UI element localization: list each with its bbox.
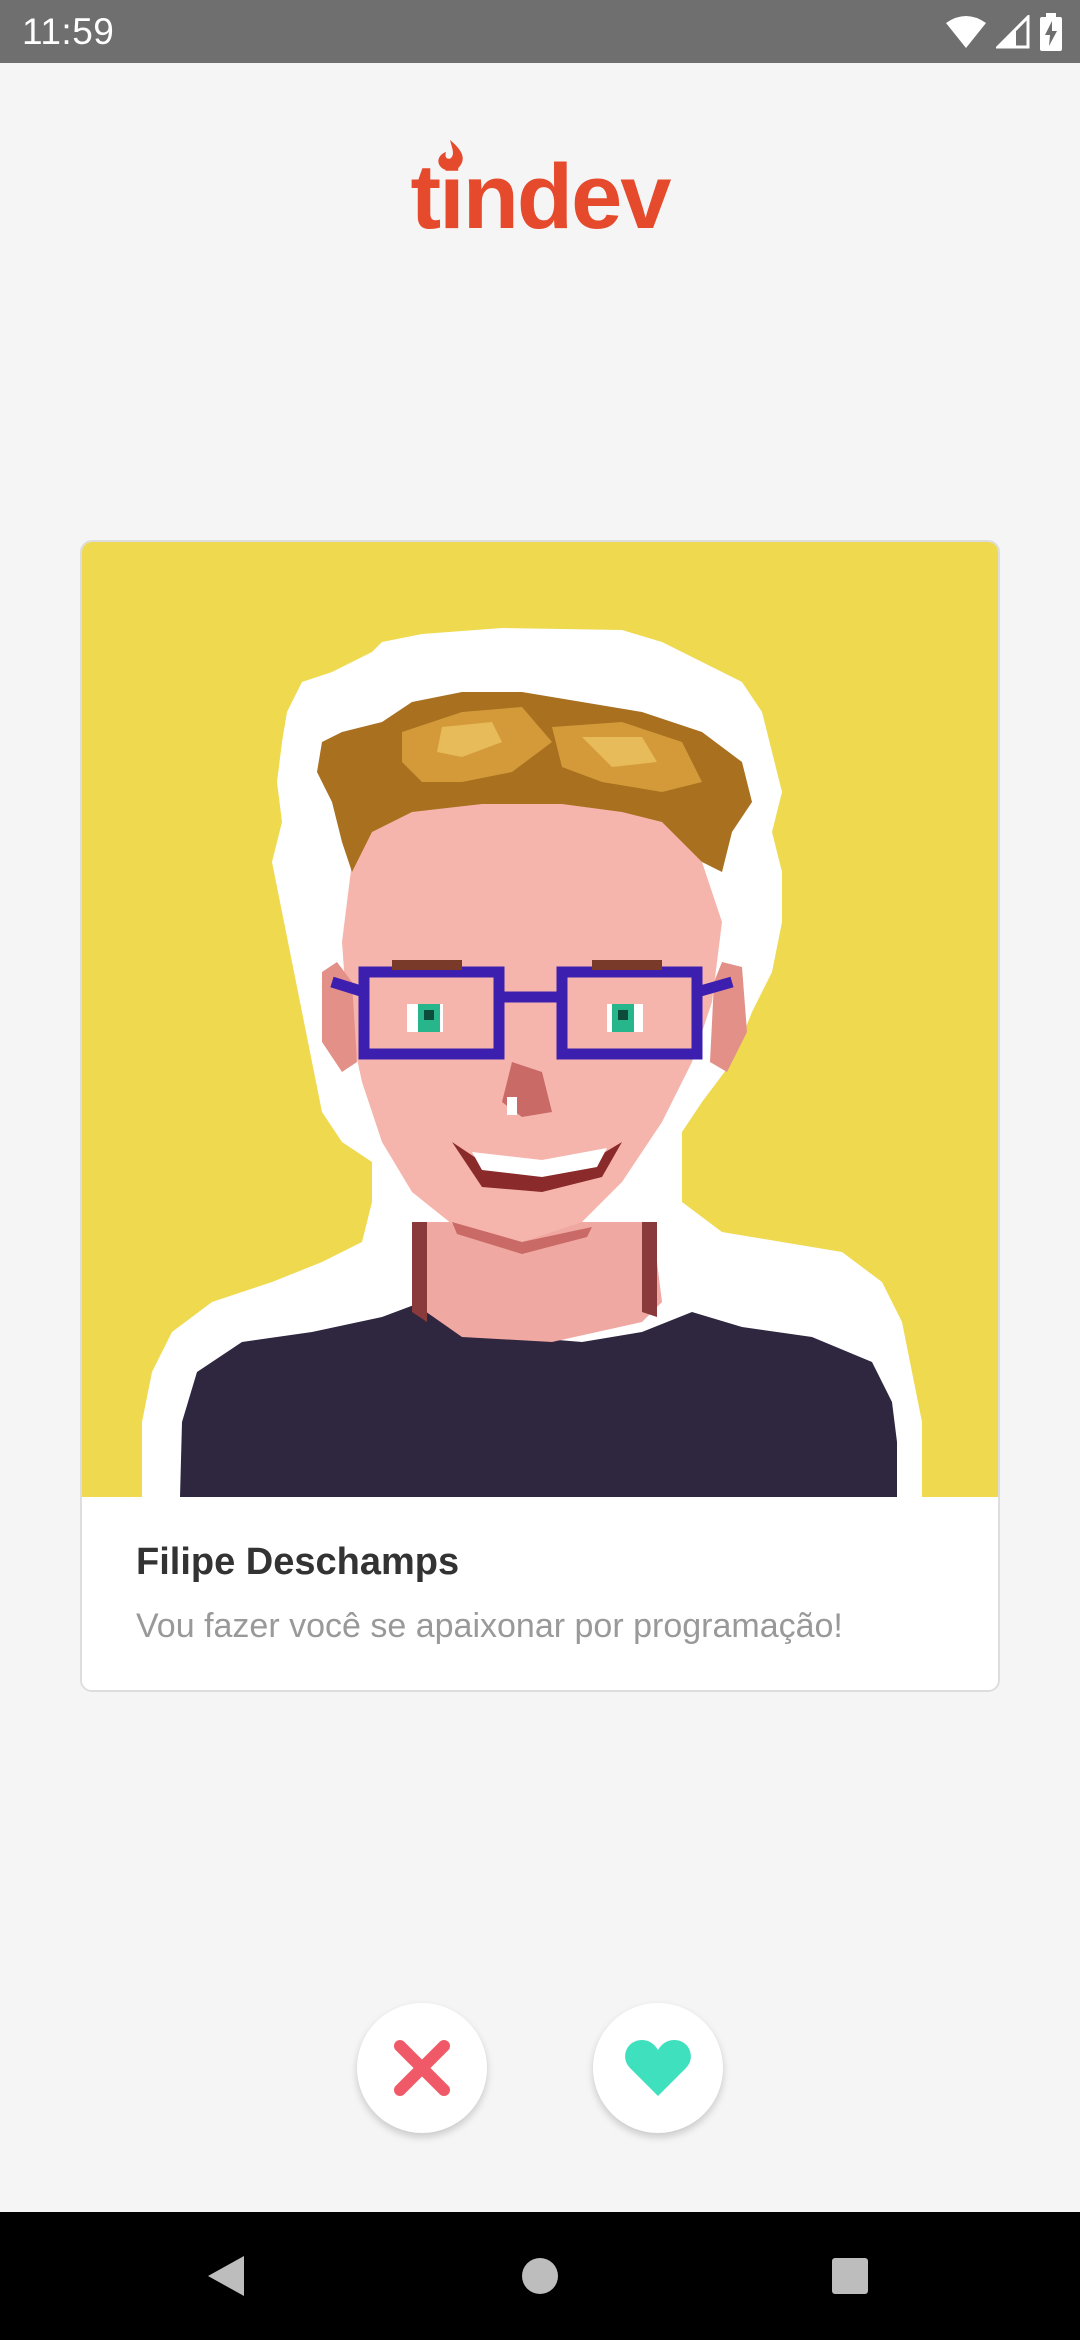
- status-time: 11:59: [22, 11, 115, 52]
- status-bar: 11:59: [0, 0, 1080, 63]
- status-icons: [946, 12, 1062, 52]
- system-nav-bar: [0, 2212, 1080, 2340]
- logo-text: tindev: [411, 146, 672, 240]
- like-button[interactable]: [593, 2003, 723, 2133]
- nav-recent-apps-button[interactable]: [810, 2236, 890, 2316]
- profile-name: Filipe Deschamps: [136, 1541, 460, 1583]
- avatar: [82, 542, 998, 1497]
- tindev-logo: tindev: [0, 140, 1080, 248]
- logo-graphic: tindev: [411, 140, 673, 248]
- profile-info: Filipe Deschamps Vou fazer você se apaix…: [82, 1497, 998, 1690]
- close-icon: [394, 2040, 450, 2096]
- dislike-button[interactable]: [357, 2003, 487, 2133]
- nav-home-button[interactable]: [500, 2236, 580, 2316]
- profile-bio: Vou fazer você se apaixonar por programa…: [136, 1607, 843, 1645]
- pixel-avatar-image: [142, 628, 922, 1497]
- back-icon: [208, 2256, 244, 2296]
- recent-apps-icon: [832, 2258, 868, 2294]
- cell-signal-icon: [996, 15, 1030, 49]
- profile-card[interactable]: Filipe Deschamps Vou fazer você se apaix…: [80, 540, 1000, 1692]
- battery-charging-icon: [1040, 13, 1062, 51]
- nav-back-button[interactable]: [186, 2236, 266, 2316]
- wifi-icon: [946, 16, 986, 48]
- home-icon: [522, 2258, 558, 2294]
- heart-icon: [625, 2040, 691, 2096]
